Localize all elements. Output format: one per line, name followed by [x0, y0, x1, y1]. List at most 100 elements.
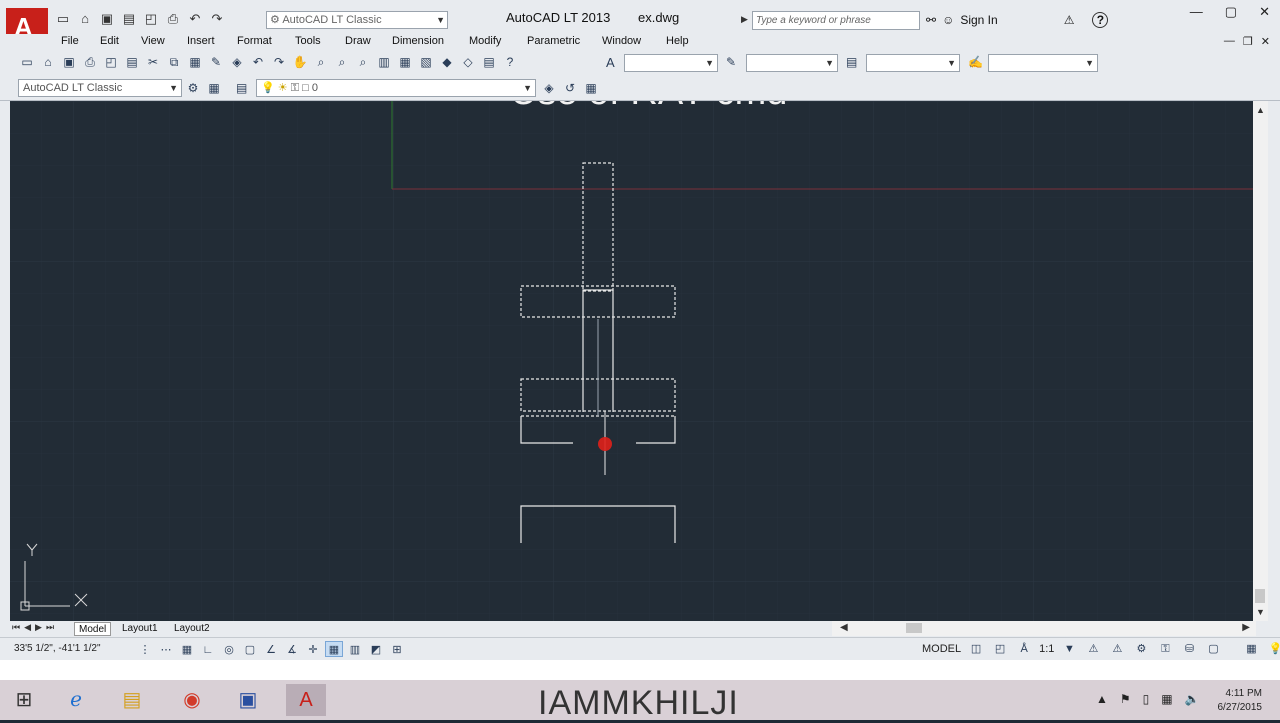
quick-view-drawings-icon[interactable]: ◰	[991, 641, 1009, 657]
binoculars-icon[interactable]: ⚯	[926, 13, 936, 27]
coordinates-readout[interactable]: 33'5 1/2", -41'1 1/2"	[14, 643, 101, 654]
dynamic-ucs-icon[interactable]: ✛	[304, 641, 322, 657]
sign-in-link[interactable]: Sign In	[960, 13, 997, 27]
layer-previous-icon[interactable]: ↺	[561, 80, 579, 97]
menu-file[interactable]: File	[61, 35, 79, 47]
multileader-style-select[interactable]: ▼	[988, 54, 1098, 72]
menu-view[interactable]: View	[141, 35, 165, 47]
workspace-select[interactable]: ⚙ AutoCAD LT Classic ▼	[266, 11, 448, 29]
annotation-scale-value[interactable]: 1:1	[1039, 643, 1054, 655]
tray-expand-icon[interactable]: ▲	[1096, 692, 1108, 706]
menu-window[interactable]: Window	[602, 35, 641, 47]
menu-draw[interactable]: Draw	[345, 35, 371, 47]
open-icon[interactable]: ⌂	[39, 54, 57, 71]
lock-ui-icon[interactable]: ⚿	[1156, 641, 1174, 657]
markup-icon[interactable]: ◇	[459, 54, 477, 71]
save-icon[interactable]: ▣	[98, 11, 116, 27]
new-icon[interactable]: ▭	[18, 54, 36, 71]
make-current-icon[interactable]: ◈	[540, 80, 558, 97]
menu-tools[interactable]: Tools	[295, 35, 321, 47]
search-input[interactable]: Type a keyword or phrase	[752, 11, 920, 30]
drawing-canvas[interactable]: Use of RAY cmd	[10, 101, 1253, 621]
auto-scale-icon[interactable]: ⚠	[1108, 641, 1126, 657]
save-as-icon[interactable]: ▤	[120, 11, 138, 27]
infer-constraints-icon[interactable]: ⋮	[136, 641, 154, 657]
vertical-scroll-thumb[interactable]	[1255, 589, 1265, 603]
help-icon[interactable]: ?	[501, 54, 519, 71]
tab-layout1[interactable]: Layout1	[118, 622, 162, 636]
grid-display-icon[interactable]: ▦	[178, 641, 196, 657]
properties-icon[interactable]: ▥	[375, 54, 393, 71]
chevron-down-icon[interactable]: ▼	[1060, 641, 1078, 657]
publish-icon[interactable]: ▤	[123, 54, 141, 71]
minimize-icon[interactable]: —	[1190, 4, 1203, 20]
help-button[interactable]: ?	[1092, 12, 1109, 28]
undo-icon[interactable]: ↶	[186, 11, 204, 27]
paste-icon[interactable]: ▦	[186, 54, 204, 71]
volume-icon[interactable]: 🔈	[1185, 692, 1200, 706]
lineweight-icon[interactable]: ▥	[346, 641, 364, 657]
pan-icon[interactable]: ✋	[291, 54, 309, 71]
exchange-icon[interactable]: ⚠	[1064, 13, 1075, 27]
file-explorer-icon[interactable]: ▤	[112, 684, 152, 716]
match-properties-icon[interactable]: ✎	[207, 54, 225, 71]
zoom-window-icon[interactable]: ⌕	[333, 54, 351, 71]
3d-object-snap-icon[interactable]: ∠	[262, 641, 280, 657]
copy-icon[interactable]: ⧉	[165, 54, 183, 71]
windows-start-icon[interactable]: ⊞	[4, 684, 44, 716]
next-tab-icon[interactable]: ▶	[35, 622, 42, 633]
calculator-icon[interactable]: ▤	[480, 54, 498, 71]
menu-help[interactable]: Help	[666, 35, 689, 47]
quick-view-layouts-icon[interactable]: ◫	[967, 641, 985, 657]
ortho-mode-icon[interactable]: ∟	[199, 641, 217, 657]
text-style-select[interactable]: ▼	[624, 54, 718, 72]
new-icon[interactable]: ▭	[54, 11, 72, 27]
design-center-icon[interactable]: ▦	[396, 54, 414, 71]
redo-icon[interactable]: ↷	[208, 11, 226, 27]
tab-model[interactable]: Model	[74, 622, 112, 636]
prev-tab-icon[interactable]: ◀	[24, 622, 31, 633]
dynamic-input-icon[interactable]: ▦	[325, 641, 343, 657]
close-icon[interactable]: ✕	[1259, 4, 1270, 20]
undo-icon[interactable]: ↶	[249, 54, 267, 71]
isolate-objects-icon[interactable]: ▢	[1204, 641, 1222, 657]
tool-palettes-icon[interactable]: ▧	[417, 54, 435, 71]
search-expand-icon[interactable]: ▶	[741, 14, 748, 25]
media-app-icon[interactable]: ▣	[228, 684, 268, 716]
save-icon[interactable]: ▣	[60, 54, 78, 71]
workspace-settings-icon[interactable]: ⚙	[184, 80, 202, 97]
hardware-acceleration-icon[interactable]: ⛁	[1180, 641, 1198, 657]
dimension-style-select[interactable]: ▼	[746, 54, 838, 72]
last-tab-icon[interactable]: ⏭	[46, 622, 54, 633]
internet-explorer-icon[interactable]: ℯ	[56, 684, 96, 716]
sheet-set-icon[interactable]: ◆	[438, 54, 456, 71]
flag-icon[interactable]: ⚑	[1120, 692, 1131, 706]
autocad-taskbar-icon[interactable]: A	[286, 684, 326, 716]
horizontal-scroll-thumb[interactable]	[906, 623, 922, 633]
horizontal-scrollbar[interactable]: ◀ ▶	[832, 621, 1256, 636]
menu-parametric[interactable]: Parametric	[527, 35, 580, 47]
annotation-visibility-icon[interactable]: ⚠	[1084, 641, 1102, 657]
scroll-right-icon[interactable]: ▶	[1242, 622, 1250, 633]
plot-preview-icon[interactable]: ◰	[102, 54, 120, 71]
zoom-realtime-icon[interactable]: ⌕	[312, 54, 330, 71]
layer-properties-icon[interactable]: ▤	[236, 81, 247, 95]
vertical-scrollbar[interactable]: ▲ ▼	[1253, 101, 1268, 621]
network-icon[interactable]: ▦	[1161, 692, 1172, 706]
model-space-label[interactable]: MODEL	[922, 643, 961, 655]
scroll-up-icon[interactable]: ▲	[1256, 105, 1265, 115]
open-icon[interactable]: ⌂	[76, 11, 94, 27]
taskbar-clock[interactable]: 4:11 PM 6/27/2015	[1218, 687, 1263, 715]
menu-dimension[interactable]: Dimension	[392, 35, 444, 47]
layer-select[interactable]: 💡 ☀ ⚿ □ 0 ▼	[256, 79, 536, 97]
maximize-icon[interactable]: ▢	[1225, 4, 1237, 20]
menu-format[interactable]: Format	[237, 35, 272, 47]
zoom-previous-icon[interactable]: ⌕	[354, 54, 372, 71]
tab-layout2[interactable]: Layout2	[170, 622, 214, 636]
doc-minimize-icon[interactable]: —	[1224, 35, 1235, 48]
doc-close-icon[interactable]: ✕	[1261, 35, 1270, 48]
block-editor-icon[interactable]: ◈	[228, 54, 246, 71]
plot-icon[interactable]: ⎙	[81, 54, 99, 71]
clean-screen-icon[interactable]: ▦	[1242, 641, 1260, 657]
first-tab-icon[interactable]: ⏮	[12, 622, 20, 633]
